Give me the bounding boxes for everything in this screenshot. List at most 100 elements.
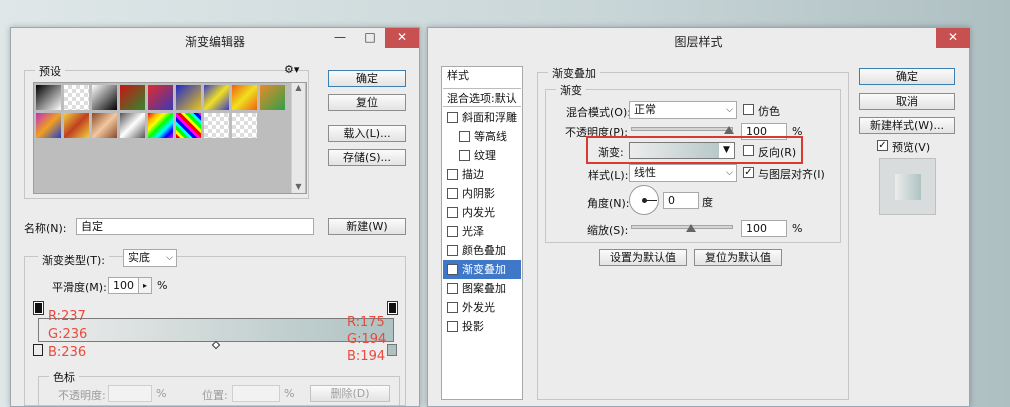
style-list-item[interactable]: 内阴影: [443, 184, 521, 203]
presets-scrollbar[interactable]: ▲ ▼: [291, 83, 305, 193]
style-label: 样式(L):: [588, 169, 629, 182]
style-checkbox[interactable]: [459, 150, 470, 161]
preset-swatch[interactable]: [63, 84, 90, 111]
name-input[interactable]: 自定: [76, 218, 314, 235]
style-list-item[interactable]: 等高线: [443, 127, 521, 146]
reset-default-button[interactable]: 复位为默认值: [694, 249, 782, 266]
preset-swatch[interactable]: [91, 84, 118, 111]
style-list-label: 等高线: [474, 130, 507, 143]
style-checkbox[interactable]: [447, 321, 458, 332]
color-stop-right[interactable]: [387, 344, 397, 356]
preset-swatch[interactable]: [175, 112, 202, 139]
scroll-up-icon[interactable]: ▲: [292, 83, 305, 92]
opacity-stop-right[interactable]: [387, 301, 398, 315]
stop-location-input[interactable]: [232, 385, 280, 402]
chevron-down-icon: ⌵: [166, 253, 173, 263]
style-select[interactable]: 线性 ⌵: [629, 164, 737, 182]
scale-label: 缩放(S):: [587, 224, 629, 237]
close-button[interactable]: ✕: [936, 28, 970, 48]
preset-swatch[interactable]: [119, 84, 146, 111]
style-list-item[interactable]: 光泽: [443, 222, 521, 241]
blend-mode-select[interactable]: 正常 ⌵: [629, 101, 737, 119]
style-list-item[interactable]: 内发光: [443, 203, 521, 222]
preset-swatch[interactable]: [35, 112, 62, 139]
style-checkbox[interactable]: [447, 188, 458, 199]
style-checkbox[interactable]: [447, 112, 458, 123]
left-stop-r: R:237: [48, 309, 86, 324]
preset-swatch[interactable]: [147, 84, 174, 111]
preset-swatch[interactable]: [35, 84, 62, 111]
style-list-item[interactable]: 混合选项:默认: [443, 88, 521, 107]
opacity-stop-left[interactable]: [33, 301, 44, 315]
load-button[interactable]: 载入(L)...: [328, 125, 406, 142]
style-list-item[interactable]: 纹理: [443, 146, 521, 165]
stop-opacity-label: 不透明度:: [58, 389, 106, 402]
preset-swatch[interactable]: [147, 112, 174, 139]
preset-swatch[interactable]: [231, 112, 258, 139]
style-checkbox[interactable]: [447, 245, 458, 256]
preset-swatch[interactable]: [259, 84, 286, 111]
style-preview-thumbnail: [879, 158, 936, 215]
style-list-item[interactable]: 描边: [443, 165, 521, 184]
set-default-button[interactable]: 设置为默认值: [599, 249, 687, 266]
style-list-item[interactable]: 样式: [443, 66, 521, 85]
style-checkbox[interactable]: [447, 283, 458, 294]
preset-swatch[interactable]: [231, 84, 258, 111]
ok-button[interactable]: 确定: [328, 70, 406, 87]
style-checkbox[interactable]: [447, 207, 458, 218]
gradient-dropdown-icon[interactable]: ▼: [719, 143, 734, 158]
opacity-slider-thumb[interactable]: [724, 126, 734, 134]
scale-slider-thumb[interactable]: [686, 224, 696, 232]
style-checkbox[interactable]: [447, 169, 458, 180]
gradient-bar[interactable]: [38, 318, 394, 342]
smoothness-unit: %: [157, 279, 168, 292]
style-checkbox[interactable]: [447, 226, 458, 237]
style-list-item[interactable]: 外发光: [443, 298, 521, 317]
style-list-item[interactable]: 图案叠加: [443, 279, 521, 298]
close-button[interactable]: ✕: [385, 28, 419, 48]
style-list-item[interactable]: 颜色叠加: [443, 241, 521, 260]
color-stop-left[interactable]: [33, 344, 43, 356]
new-style-button[interactable]: 新建样式(W)...: [859, 117, 955, 134]
preset-swatch[interactable]: [175, 84, 202, 111]
angle-label: 角度(N):: [587, 197, 630, 210]
preset-swatch[interactable]: [63, 112, 90, 139]
preset-swatch[interactable]: [203, 84, 230, 111]
scroll-down-icon[interactable]: ▼: [292, 182, 305, 191]
new-button[interactable]: 新建(W): [328, 218, 406, 235]
minimize-button[interactable]: —: [329, 28, 351, 48]
ok-button[interactable]: 确定: [859, 68, 955, 85]
save-button[interactable]: 存储(S)...: [328, 149, 406, 166]
dither-checkbox[interactable]: [743, 104, 754, 115]
reset-button[interactable]: 复位: [328, 94, 406, 111]
style-list-label: 图案叠加: [462, 282, 506, 295]
scale-slider-track[interactable]: [631, 225, 733, 229]
opacity-slider-track[interactable]: [631, 127, 733, 131]
delete-button[interactable]: 删除(D): [310, 385, 390, 402]
style-list-item[interactable]: 投影: [443, 317, 521, 336]
angle-dial[interactable]: [629, 185, 659, 215]
style-checkbox[interactable]: ✓: [447, 264, 458, 275]
presets-menu-icon[interactable]: ⚙▾: [284, 63, 299, 76]
style-list-item[interactable]: ✓ 渐变叠加: [443, 260, 521, 279]
preset-swatch[interactable]: [91, 112, 118, 139]
cancel-button[interactable]: 取消: [859, 93, 955, 110]
preset-swatch[interactable]: [119, 112, 146, 139]
maximize-button[interactable]: □: [359, 28, 381, 48]
style-checkbox[interactable]: [447, 302, 458, 313]
preset-swatch[interactable]: [203, 112, 230, 139]
angle-input[interactable]: 0: [663, 192, 699, 209]
preview-checkbox[interactable]: ✓: [877, 140, 888, 151]
left-stop-b: B:236: [48, 345, 87, 360]
smoothness-input[interactable]: 100: [108, 277, 138, 294]
smoothness-arrow-icon[interactable]: ▸: [138, 277, 152, 294]
style-checkbox[interactable]: [459, 131, 470, 142]
scale-input[interactable]: 100: [741, 220, 787, 237]
reverse-checkbox[interactable]: [743, 145, 754, 156]
align-checkbox[interactable]: ✓: [743, 167, 754, 178]
preview-label: 预览(V): [892, 141, 931, 154]
stop-opacity-input[interactable]: [108, 385, 152, 402]
angle-center: [642, 198, 647, 203]
style-list-item[interactable]: 斜面和浮雕: [443, 108, 521, 127]
gradient-type-select[interactable]: 实底 ⌵: [123, 249, 177, 267]
